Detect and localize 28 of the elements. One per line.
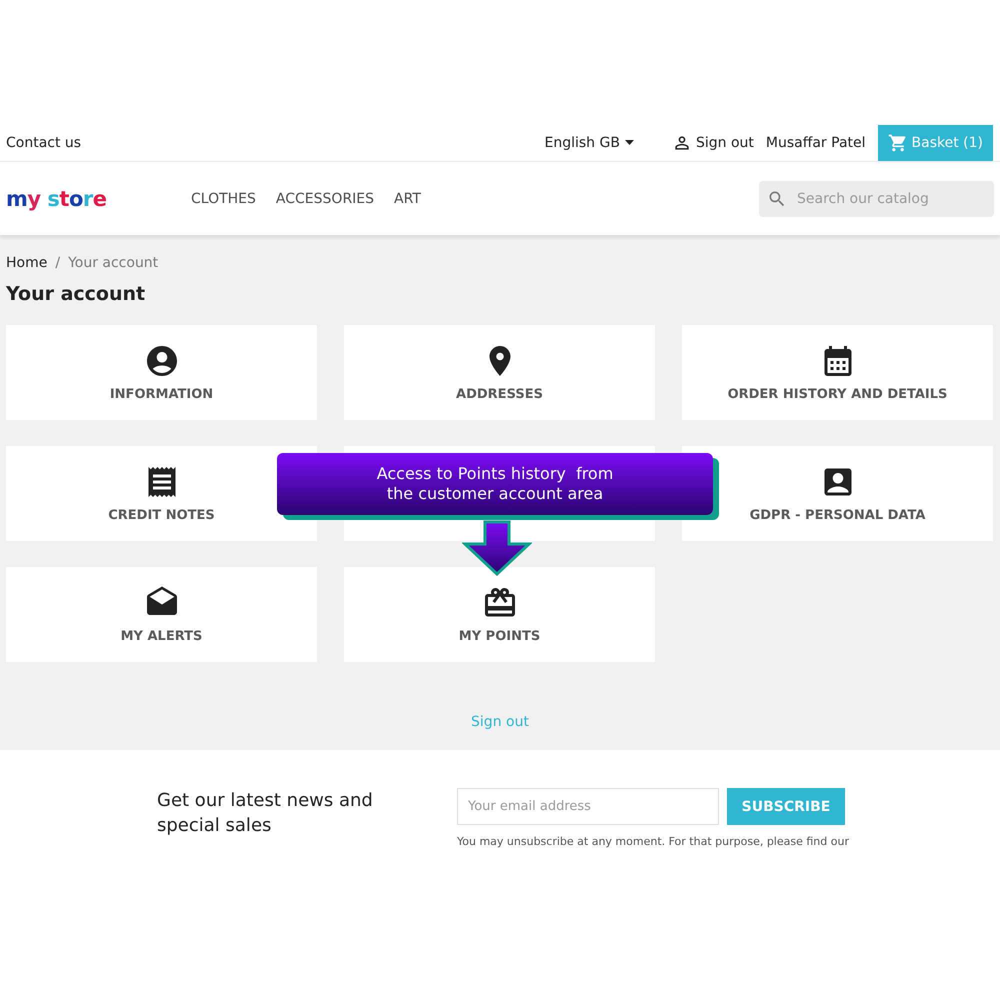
breadcrumb-link[interactable]: Home	[6, 255, 48, 271]
search-field[interactable]: Search our catalog	[795, 190, 985, 208]
cart-icon	[888, 132, 908, 152]
search-icon[interactable]	[767, 188, 787, 208]
language-dropdown[interactable]: English GB	[544, 134, 634, 150]
account-card[interactable]: INFORMATION	[6, 325, 317, 420]
breadcrumb-separator: /	[55, 255, 60, 271]
sign-out-link[interactable]: Sign out	[672, 132, 754, 152]
menu-link[interactable]: CLOTHES	[191, 190, 256, 206]
account-card[interactable]: MY ALERTS	[6, 567, 317, 662]
callout-tooltip: Access to Points history from the customer account area	[277, 453, 713, 515]
account-card[interactable]: MY POINTS	[344, 567, 655, 662]
caret-icon	[624, 140, 634, 145]
account-card[interactable]: ORDER HISTORY AND DETAILS	[682, 325, 993, 420]
callout-arrow-icon	[462, 520, 532, 576]
store-logo[interactable]: my store	[6, 186, 191, 210]
newsletter-heading: Get our latest news and special sales	[157, 789, 374, 838]
account-card[interactable]: GDPR - PERSONAL DATA	[682, 446, 993, 541]
contact-link[interactable]: Contact us	[6, 134, 82, 150]
menu-link[interactable]: ACCESSORIES	[276, 190, 374, 206]
account-card[interactable]: ADDRESSES	[344, 325, 655, 420]
user-name[interactable]: Musaffar Patel	[766, 134, 866, 150]
menu-link[interactable]: ART	[394, 190, 421, 206]
page-title: Your account	[6, 283, 146, 305]
email-field[interactable]: Your email address	[457, 788, 719, 825]
account-card[interactable]: CREDIT NOTES	[6, 446, 317, 541]
unsubscribe-note: You may unsubscribe at any moment. For that purpose, please find our	[457, 835, 849, 848]
search-bar[interactable]: Search our catalog	[759, 180, 994, 216]
